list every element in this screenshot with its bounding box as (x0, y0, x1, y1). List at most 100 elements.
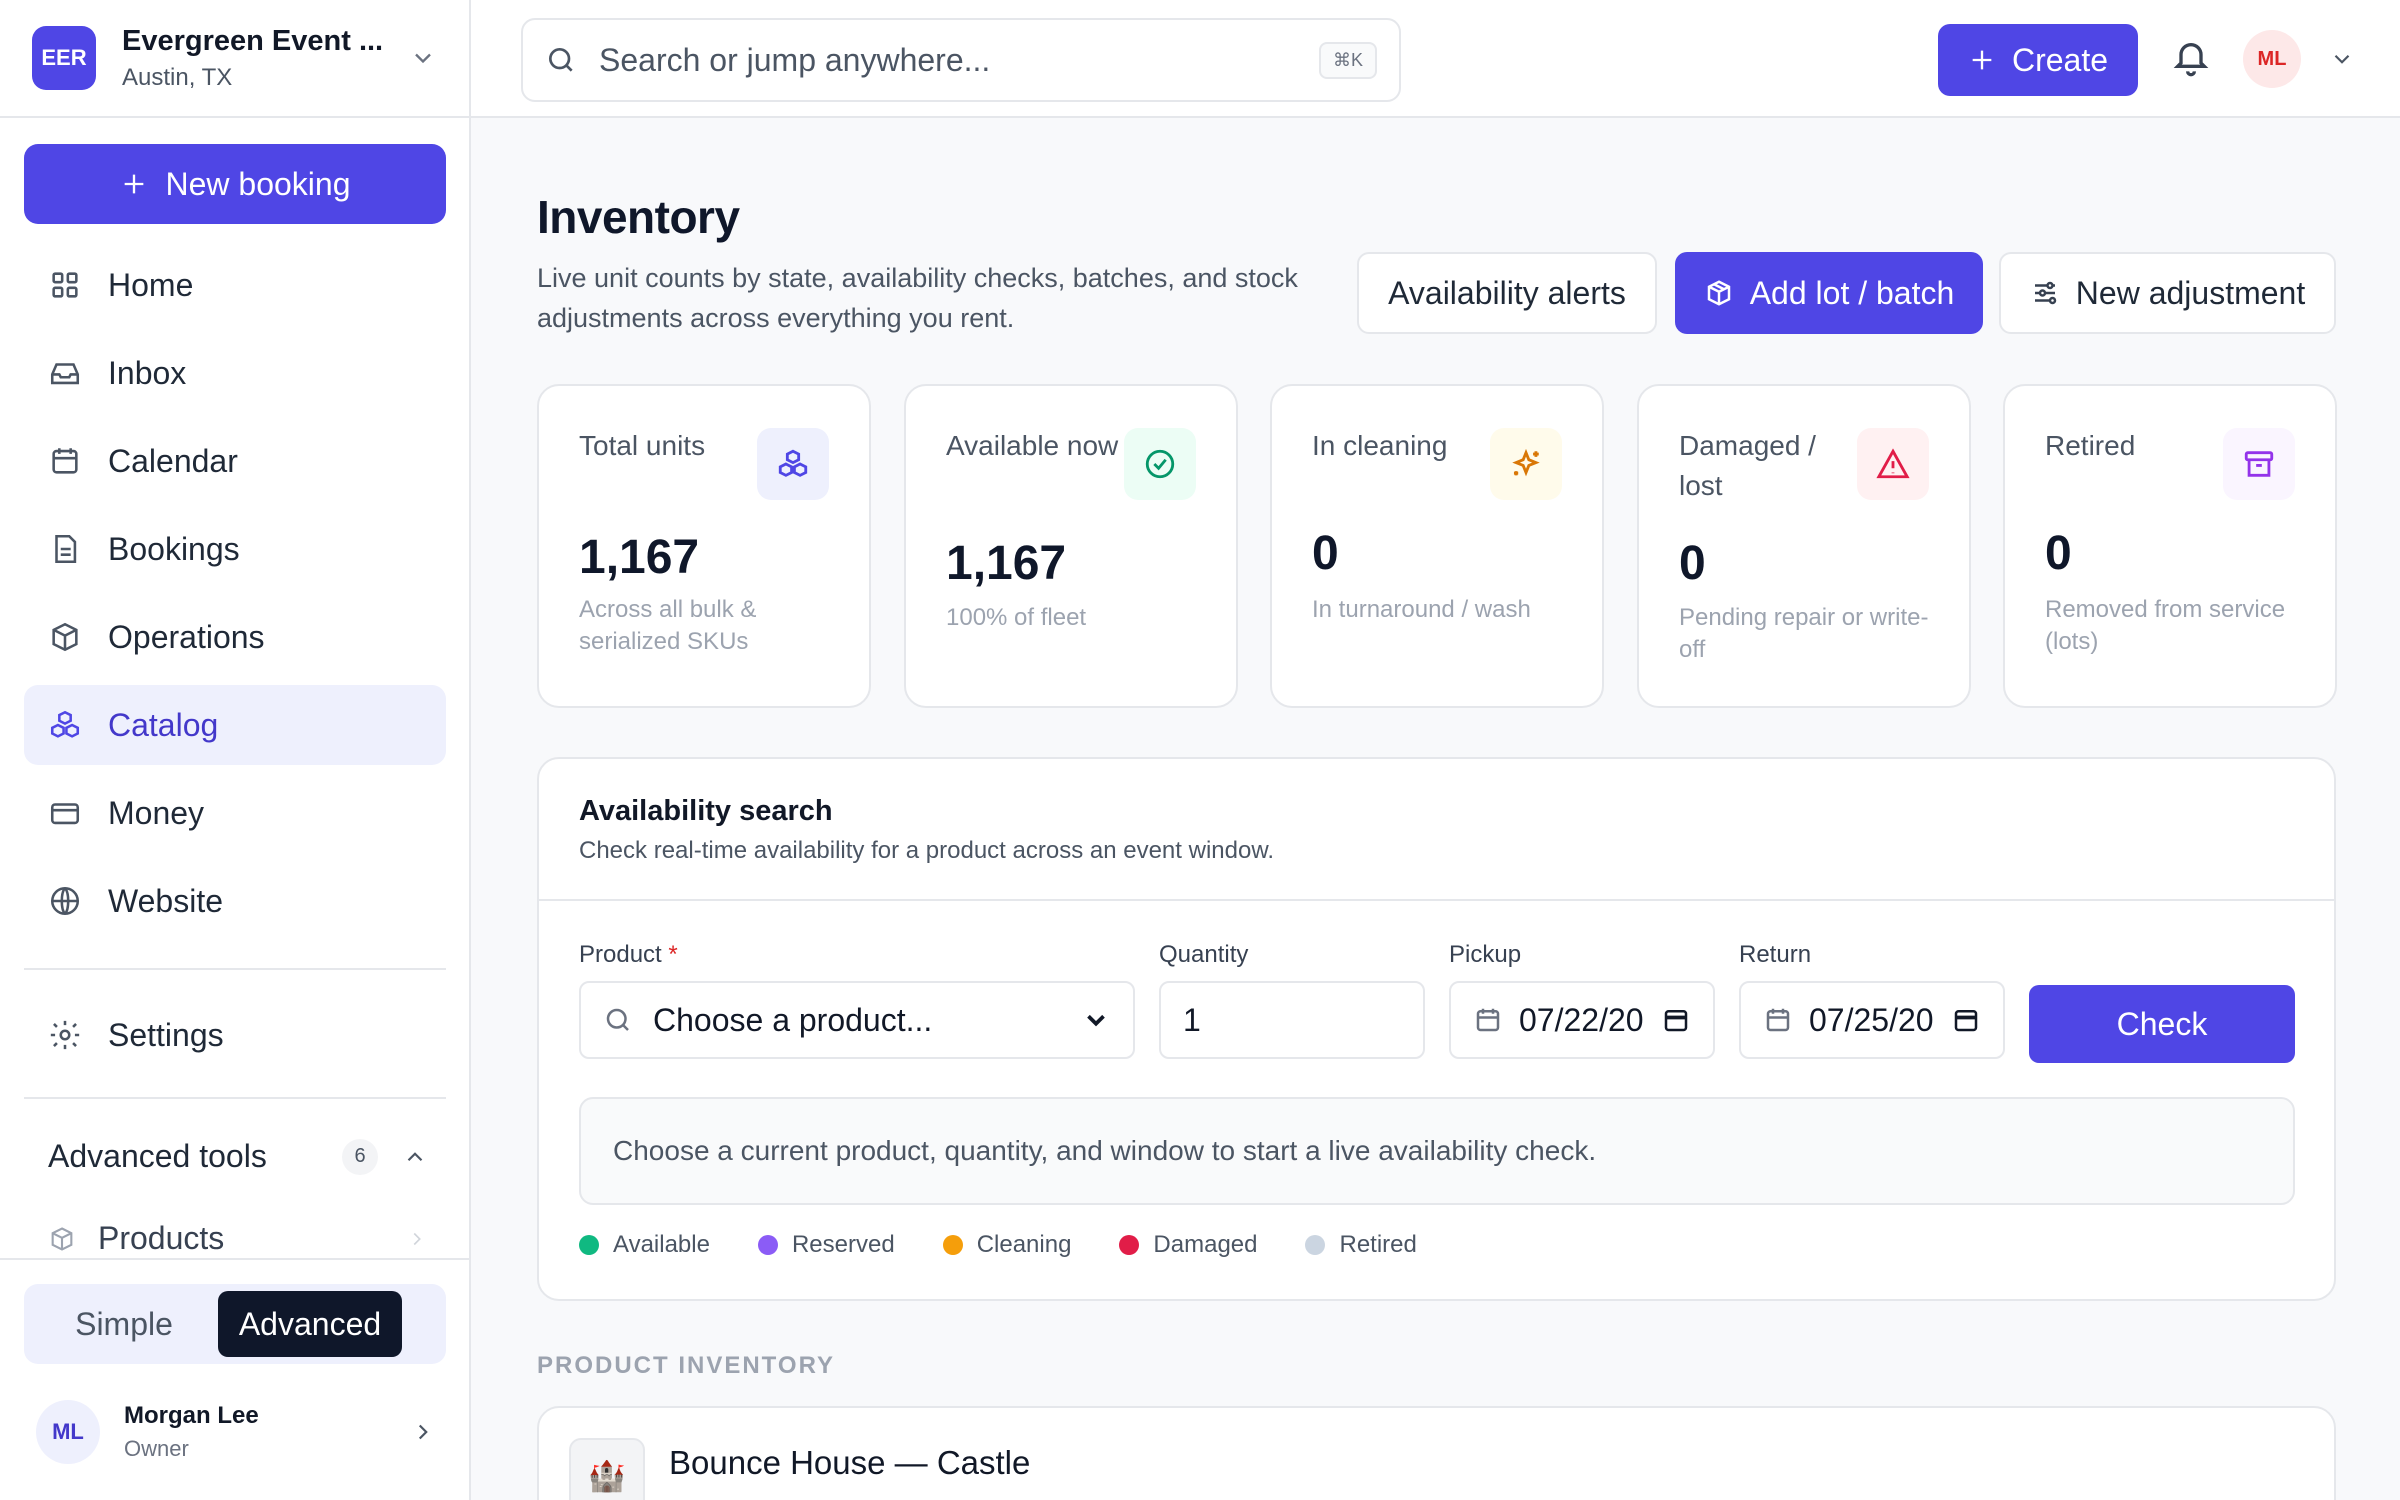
legend-dot (579, 1235, 599, 1255)
calendar-picker-icon[interactable] (1661, 1005, 1691, 1035)
product-card[interactable]: 🏰 Bounce House — Castle (537, 1406, 2336, 1500)
plus-icon (124, 174, 143, 194)
grid-icon (52, 272, 78, 298)
mode-advanced-option[interactable]: Advanced (218, 1291, 402, 1357)
sidebar-item-home[interactable]: Home (24, 245, 446, 325)
org-badge: EER (32, 26, 96, 90)
create-button[interactable]: Create (1938, 24, 2138, 96)
search-icon (606, 1008, 629, 1031)
document-icon (55, 534, 77, 564)
org-name: Evergreen Event ... (122, 24, 384, 57)
sliders-icon (2034, 281, 2057, 305)
required-marker: * (668, 941, 678, 968)
sidebar-item-money[interactable]: Money (24, 773, 446, 853)
availability-title: Availability search (579, 795, 833, 827)
globe-icon (50, 886, 80, 916)
sidebar-item-label: Operations (108, 618, 265, 655)
user-name: Morgan Lee (124, 1402, 259, 1429)
chevron-down-icon (1087, 1014, 1105, 1027)
new-adjustment-button[interactable]: New adjustment (1999, 252, 2336, 334)
sidebar-item-settings[interactable]: Settings (24, 995, 446, 1075)
org-location: Austin, TX (122, 63, 233, 91)
stat-icon-wrap (1857, 428, 1929, 500)
stat-icon-wrap (1490, 428, 1562, 500)
sidebar-item-label: Website (108, 882, 224, 919)
org-switcher[interactable]: EER Evergreen Event ... Austin, TX (0, 0, 469, 118)
quantity-input[interactable]: 1 (1159, 981, 1425, 1059)
legend-item-damaged: Damaged (1119, 1231, 1257, 1259)
sidebar-item-label: Home (108, 266, 194, 303)
legend-label: Available (613, 1231, 710, 1258)
product-label-text: Product (579, 941, 662, 968)
availability-subtitle: Check real-time availability for a produ… (579, 837, 1274, 864)
sidebar-item-label: Money (108, 794, 205, 831)
search-input[interactable]: Search or jump anywhere... ⌘K (521, 18, 1401, 102)
product-select[interactable]: Choose a product... (579, 981, 1135, 1059)
stat-note: 100% of fleet (946, 604, 1087, 631)
sidebar-nav: Home Inbox Calendar Bookings Operations … (24, 245, 446, 949)
pickup-date-input[interactable]: 07/22/20 (1449, 981, 1715, 1059)
warning-icon (1876, 448, 1910, 479)
sidebar-item-bookings[interactable]: Bookings (24, 509, 446, 589)
page-subtitle: Live unit counts by state, availability … (537, 263, 1298, 333)
advanced-tools-toggle[interactable]: Advanced tools 6 (48, 1138, 428, 1175)
product-inventory-heading: PRODUCT INVENTORY (537, 1352, 836, 1379)
sidebar-item-catalog[interactable]: Catalog (24, 685, 446, 765)
stat-note: In turnaround / wash (1312, 596, 1531, 623)
check-button[interactable]: Check (2029, 985, 2295, 1063)
new-booking-button[interactable]: New booking (24, 144, 446, 224)
stat-icon-wrap (757, 428, 829, 500)
quantity-value: 1 (1183, 1001, 1201, 1038)
stat-label: In cleaning (1312, 430, 1448, 461)
advanced-tools-count: 6 (342, 1138, 378, 1175)
bell-icon[interactable] (2171, 38, 2211, 78)
mode-simple-option[interactable]: Simple (30, 1306, 218, 1343)
sidebar-item-operations[interactable]: Operations (24, 597, 446, 677)
sidebar-item-inbox[interactable]: Inbox (24, 333, 446, 413)
sidebar-item-label: Settings (108, 1016, 224, 1053)
stat-note: Across all bulk & serialized SKUs (579, 596, 757, 655)
stat-label: Retired (2045, 430, 2136, 461)
stat-damaged-lost: Damaged / lost 0 Pending repair or write… (1637, 384, 1971, 708)
legend-item-reserved: Reserved (757, 1231, 895, 1259)
sidebar-item-website[interactable]: Website (24, 861, 446, 941)
chevron-down-icon[interactable] (2329, 46, 2355, 72)
cubes-icon (50, 710, 80, 738)
user-role: Owner (124, 1436, 189, 1461)
legend-item-cleaning: Cleaning (942, 1231, 1072, 1259)
stat-value: 1,167 (579, 531, 700, 584)
stat-icon-wrap (1124, 428, 1196, 500)
sparkles-icon (1512, 448, 1540, 477)
cubes-icon (778, 449, 808, 477)
user-menu[interactable]: ML Morgan Lee Owner (36, 1400, 436, 1464)
sidebar-item-products[interactable]: Products (48, 1220, 428, 1257)
search-icon (549, 48, 573, 72)
sidebar-item-label: Bookings (108, 530, 240, 567)
stat-retired: Retired 0 Removed from service (lots) (2003, 384, 2337, 708)
search-shortcut: ⌘K (1318, 41, 1377, 79)
mode-toggle: Simple Advanced (24, 1284, 446, 1364)
availability-alerts-button[interactable]: Availability alerts (1357, 252, 1657, 334)
stat-value: 0 (1679, 537, 1706, 590)
pickup-label: Pickup (1449, 941, 1522, 968)
new-adjustment-label: New adjustment (2075, 274, 2306, 311)
legend-item-retired: Retired (1305, 1231, 1417, 1259)
package-icon (1707, 280, 1730, 306)
legend-dot (1119, 1235, 1140, 1255)
avatar[interactable]: ML (2243, 30, 2301, 88)
sidebar-item-calendar[interactable]: Calendar (24, 421, 446, 501)
chevron-right-icon (418, 1424, 428, 1440)
chevron-down-icon (415, 53, 431, 64)
stat-label: Damaged / lost (1679, 430, 1816, 501)
archive-icon (2244, 451, 2274, 477)
legend-label: Cleaning (976, 1231, 1072, 1258)
return-date-input[interactable]: 07/25/20 (1739, 981, 2005, 1059)
avatar: ML (36, 1400, 100, 1464)
inbox-icon (50, 363, 80, 385)
calendar-picker-icon[interactable] (1951, 1005, 1981, 1035)
availability-search-card: Availability search Check real-time avai… (537, 757, 2336, 1301)
create-label: Create (2011, 41, 2109, 78)
sidebar-footer: Simple Advanced ML Morgan Lee Owner (0, 1258, 469, 1500)
stat-note: Removed from service (lots) (2045, 596, 2286, 655)
add-lot-button[interactable]: Add lot / batch (1675, 252, 1983, 334)
